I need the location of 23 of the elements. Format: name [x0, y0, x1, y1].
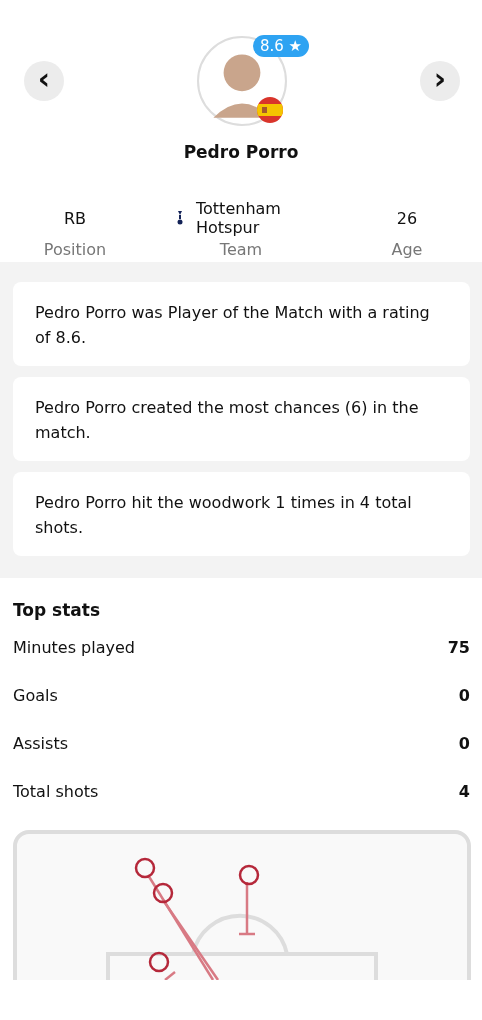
info-label: Age	[391, 240, 423, 259]
stat-value: 75	[447, 638, 470, 659]
player-name: Pedro Porro	[182, 142, 300, 162]
stat-label: Goals	[13, 686, 58, 707]
insight-text: Pedro Porro was Player of the Match with a rating of 8.6.	[35, 303, 430, 347]
next-button[interactable]: ›	[420, 61, 460, 101]
stat-label: Total shots	[13, 782, 99, 803]
insight-text: Pedro Porro hit the woodwork 1 times in 4 total shots.	[35, 493, 412, 537]
stat-value: 0	[458, 734, 470, 755]
insight-text: Pedro Porro created the most chances (6) in the match.	[35, 398, 419, 442]
stat-label: Assists	[13, 734, 68, 755]
section-title: Top stats	[13, 600, 102, 620]
info-value: 26	[396, 208, 418, 228]
info-label: Team	[219, 240, 263, 259]
club-crest-icon	[176, 209, 184, 227]
rating-badge: 8.6 ★	[253, 35, 310, 57]
stat-value: 0	[458, 686, 470, 707]
info-value: Tottenham Hotspur	[196, 199, 282, 237]
info-label: Position	[43, 240, 107, 259]
stat-value: 4	[458, 782, 470, 803]
info-value: RB	[63, 208, 87, 228]
stat-label: Minutes played	[13, 638, 135, 659]
previous-button[interactable]: ‹	[24, 61, 64, 101]
